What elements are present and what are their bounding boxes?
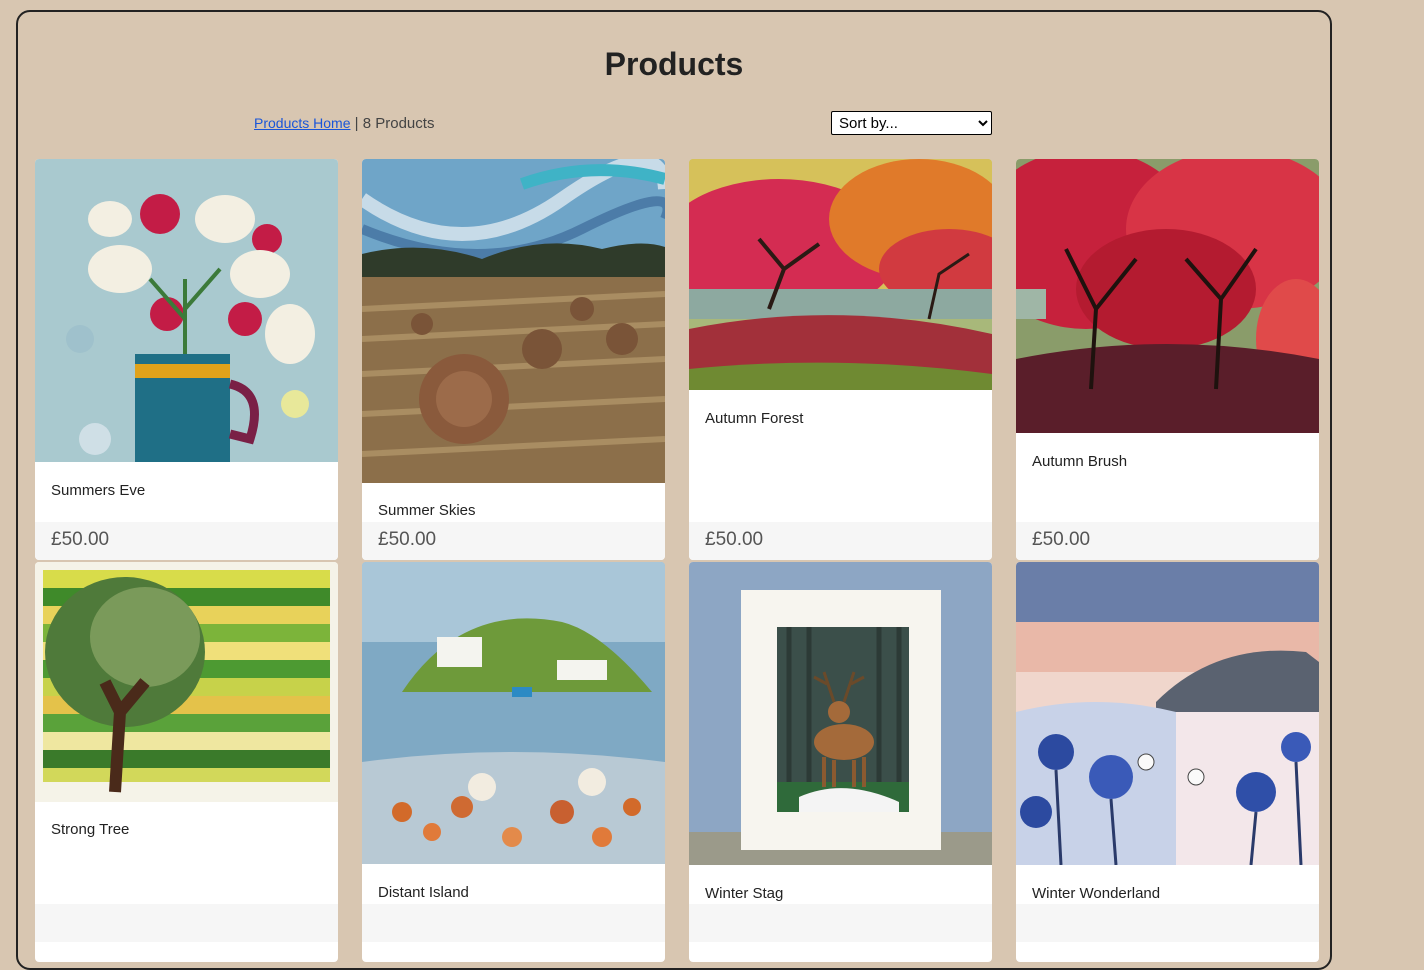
product-price: £50.00 <box>1032 529 1091 550</box>
product-name[interactable]: Distant Island <box>378 884 469 901</box>
product-name[interactable]: Strong Tree <box>51 821 129 838</box>
product-image[interactable] <box>689 159 992 390</box>
page-title: Products <box>604 46 744 82</box>
product-count: 8 Products <box>362 115 435 132</box>
products-home-link[interactable]: Products Home <box>254 115 350 131</box>
product-name[interactable]: Summer Skies <box>378 502 476 519</box>
product-card[interactable]: Summers Eve £50.00 <box>35 159 338 560</box>
product-card[interactable]: Distant Island <box>362 562 665 962</box>
breadcrumb: Products Home | 8 Products <box>254 115 434 132</box>
product-card[interactable]: Autumn Brush £50.00 <box>1016 159 1319 560</box>
product-name[interactable]: Winter Stag <box>705 885 783 902</box>
product-card[interactable]: Strong Tree <box>35 562 338 962</box>
product-image[interactable] <box>1016 159 1319 433</box>
product-name[interactable]: Summers Eve <box>51 482 145 499</box>
product-card[interactable]: Summer Skies £50.00 <box>362 159 665 560</box>
product-image[interactable] <box>35 562 338 802</box>
price-bar <box>1016 904 1319 942</box>
product-name[interactable]: Autumn Forest <box>705 410 803 427</box>
product-name[interactable]: Autumn Brush <box>1032 453 1127 470</box>
breadcrumb-separator: | <box>354 115 359 132</box>
product-card[interactable]: Autumn Forest £50.00 <box>689 159 992 560</box>
product-image[interactable] <box>35 159 338 462</box>
sort-select[interactable]: Sort by... <box>831 111 992 135</box>
product-card[interactable]: Winter Wonderland <box>1016 562 1319 962</box>
product-image[interactable] <box>689 562 992 865</box>
price-bar: £50.00 <box>689 522 992 560</box>
product-name[interactable]: Winter Wonderland <box>1032 885 1160 902</box>
product-price: £50.00 <box>51 529 110 550</box>
price-bar: £50.00 <box>1016 522 1319 560</box>
price-bar <box>35 904 338 942</box>
product-card[interactable]: Winter Stag <box>689 562 992 962</box>
products-panel: Products Products Home | 8 Products Sort… <box>16 10 1332 970</box>
product-image[interactable] <box>1016 562 1319 865</box>
product-price: £50.00 <box>705 529 764 550</box>
product-image[interactable] <box>362 159 665 483</box>
product-image[interactable] <box>362 562 665 864</box>
price-bar <box>689 904 992 942</box>
price-bar <box>362 904 665 942</box>
product-price: £50.00 <box>378 529 437 550</box>
price-bar: £50.00 <box>362 522 665 560</box>
price-bar: £50.00 <box>35 522 338 560</box>
